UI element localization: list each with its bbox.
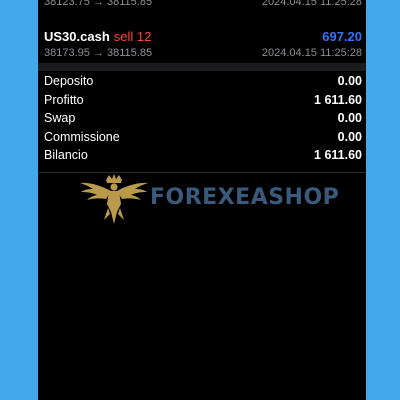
deal-symbol-wrap: US30.cash sell 12 <box>44 29 151 44</box>
deal-row[interactable]: 38123.75 → 38115.85 2024.04.15 11:25:28 <box>38 0 366 12</box>
deal-price-range: 38123.75 → 38115.85 <box>44 0 152 8</box>
deal-price-line: 38173.95 → 38115.85 2024.04.15 11:25:28 <box>38 47 366 63</box>
price-open: 38173.95 <box>44 47 90 59</box>
deal-profit: 697.20 <box>322 29 362 44</box>
summary-row-profit: Profitto 1 611.60 <box>38 92 366 111</box>
trade-history-screen[interactable]: 38123.75 → 38115.85 2024.04.15 11:25:28 … <box>38 0 366 400</box>
deal-price-range: 38173.95 → 38115.85 <box>44 47 152 59</box>
summary-value: 0.00 <box>337 111 362 125</box>
account-summary: Deposito 0.00 Profitto 1 611.60 Swap 0.0… <box>38 73 366 173</box>
summary-value: 1 611.60 <box>314 92 362 107</box>
watermark-text: FOREXEASHOP <box>150 185 340 210</box>
deal-row[interactable]: US30.cash sell 12 697.20 38173.95 → 38115… <box>38 29 366 63</box>
price-close: 38115.85 <box>107 47 153 59</box>
arrow-icon: → <box>92 47 104 59</box>
deal-title-line: US30.cash sell 12 697.20 <box>38 29 366 47</box>
arrow-icon: → <box>92 0 104 8</box>
summary-label: Profitto <box>44 92 84 107</box>
summary-label: Deposito <box>44 74 94 88</box>
deal-price-line: 38123.75 → 38115.85 2024.04.15 11:25:28 <box>38 0 366 12</box>
summary-value: 1 611.60 <box>314 148 362 162</box>
summary-row-deposit: Deposito 0.00 <box>38 73 366 92</box>
watermark-logo: FOREXEASHOP <box>78 174 339 226</box>
price-open: 38123.75 <box>44 0 90 8</box>
summary-row-commission: Commissione 0.00 <box>38 129 366 148</box>
summary-label: Commissione <box>44 129 120 144</box>
summary-value: 0.00 <box>337 129 362 144</box>
deal-side: sell 12 <box>113 29 152 44</box>
section-divider <box>38 63 366 71</box>
summary-row-swap: Swap 0.00 <box>38 110 366 129</box>
summary-label: Bilancio <box>44 148 88 162</box>
deal-time: 2024.04.15 11:25:28 <box>261 47 362 59</box>
page-background: 38123.75 → 38115.85 2024.04.15 11:25:28 … <box>0 0 400 400</box>
deal-symbol: US30.cash <box>44 29 110 44</box>
summary-label: Swap <box>44 111 76 125</box>
summary-value: 0.00 <box>337 74 362 88</box>
summary-row-balance: Bilancio 1 611.60 <box>38 147 366 166</box>
deal-time: 2024.04.15 11:25:28 <box>261 0 362 8</box>
eagle-crown-icon <box>80 174 148 224</box>
price-close: 38115.85 <box>107 0 153 8</box>
